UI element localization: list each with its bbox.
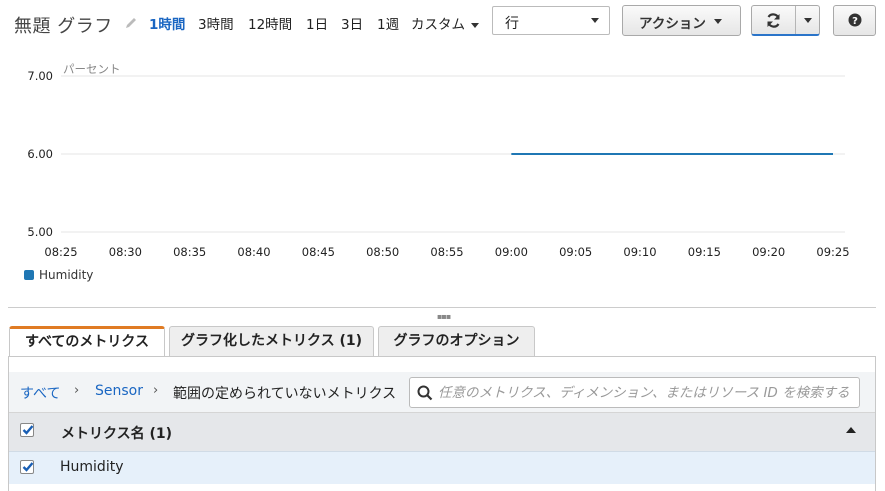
x-tick-label: 08:45 (302, 245, 335, 259)
x-tick-label: 09:05 (559, 245, 592, 259)
refresh-icon (767, 13, 780, 28)
range-3d[interactable]: 3日 (341, 13, 363, 33)
x-tick-label: 09:00 (495, 245, 528, 259)
sort-ascending-icon[interactable] (846, 427, 856, 433)
check-icon (22, 425, 34, 435)
check-icon (22, 462, 34, 472)
chevron-right-icon: › (74, 383, 80, 398)
range-1d[interactable]: 1日 (306, 13, 328, 33)
x-tick-label: 09:10 (623, 245, 656, 259)
chart-legend[interactable]: Humidity (24, 268, 93, 282)
actions-button[interactable]: アクション (622, 5, 741, 36)
x-tick-label: 08:55 (430, 245, 463, 259)
range-custom-label: カスタム (411, 17, 465, 33)
tab-all-metrics[interactable]: すべてのメトリクス (9, 326, 165, 357)
help-button[interactable]: ? (833, 5, 876, 36)
chevron-down-icon (714, 19, 722, 24)
x-tick-label: 08:25 (44, 245, 77, 259)
range-3h[interactable]: 3時間 (198, 13, 234, 33)
x-tick-label: 08:50 (366, 245, 399, 259)
pencil-icon[interactable] (124, 16, 140, 32)
range-1h[interactable]: 1時間 (149, 13, 185, 33)
range-12h[interactable]: 12時間 (248, 13, 292, 33)
row-checkbox[interactable] (20, 460, 34, 474)
select-all-checkbox[interactable] (20, 423, 34, 437)
help-icon: ? (848, 13, 862, 27)
breadcrumb-all[interactable]: すべて (20, 383, 60, 403)
search-input[interactable] (438, 378, 858, 407)
x-tick-label: 09:25 (816, 245, 849, 259)
y-axis-label: パーセント (63, 62, 121, 76)
actions-label: アクション (639, 16, 706, 32)
tab-graphed-metrics[interactable]: グラフ化したメトリクス (1) (169, 326, 374, 356)
x-tick-label: 09:15 (688, 245, 721, 259)
resize-handle[interactable]: ▪▪▪ (437, 312, 451, 321)
column-header-metric-name[interactable]: メトリクス名 (1) (61, 423, 172, 443)
metric-name-cell: Humidity (60, 459, 124, 475)
metric-chart: 7.00 6.00 5.00 08:25 08:30 08:35 08:40 08:45 08… (27, 62, 849, 259)
x-tick-label: 09:20 (752, 245, 785, 259)
view-type-value: 行 (505, 16, 519, 32)
svg-text:?: ? (852, 16, 858, 27)
view-type-select[interactable]: 行 (492, 6, 610, 35)
x-tick-label: 08:30 (109, 245, 142, 259)
refresh-options-dropdown[interactable] (795, 6, 821, 34)
range-custom[interactable]: カスタム (411, 13, 479, 33)
tab-graph-options[interactable]: グラフのオプション (378, 326, 535, 356)
chevron-down-icon (804, 18, 812, 23)
legend-swatch (24, 270, 34, 280)
graph-title[interactable]: 無題 グラフ (14, 12, 113, 38)
x-tick-label: 08:40 (237, 245, 270, 259)
refresh-button-group (751, 5, 820, 36)
search-icon (417, 385, 433, 401)
legend-label: Humidity (39, 268, 94, 282)
y-tick-label: 7.00 (27, 69, 53, 83)
chevron-right-icon: › (153, 383, 159, 398)
refresh-button[interactable] (752, 6, 796, 34)
breadcrumb-current: 範囲の定められていないメトリクス (173, 386, 397, 402)
table-row[interactable] (9, 451, 875, 484)
y-tick-label: 5.00 (27, 225, 53, 239)
panel-divider (8, 307, 876, 308)
y-tick-label: 6.00 (27, 147, 53, 161)
metric-search[interactable] (409, 377, 860, 408)
breadcrumb-namespace[interactable]: Sensor (95, 383, 143, 399)
chevron-down-icon (591, 18, 599, 23)
chevron-down-icon (471, 22, 479, 28)
range-1w[interactable]: 1週 (377, 13, 399, 33)
x-tick-label: 08:35 (173, 245, 206, 259)
